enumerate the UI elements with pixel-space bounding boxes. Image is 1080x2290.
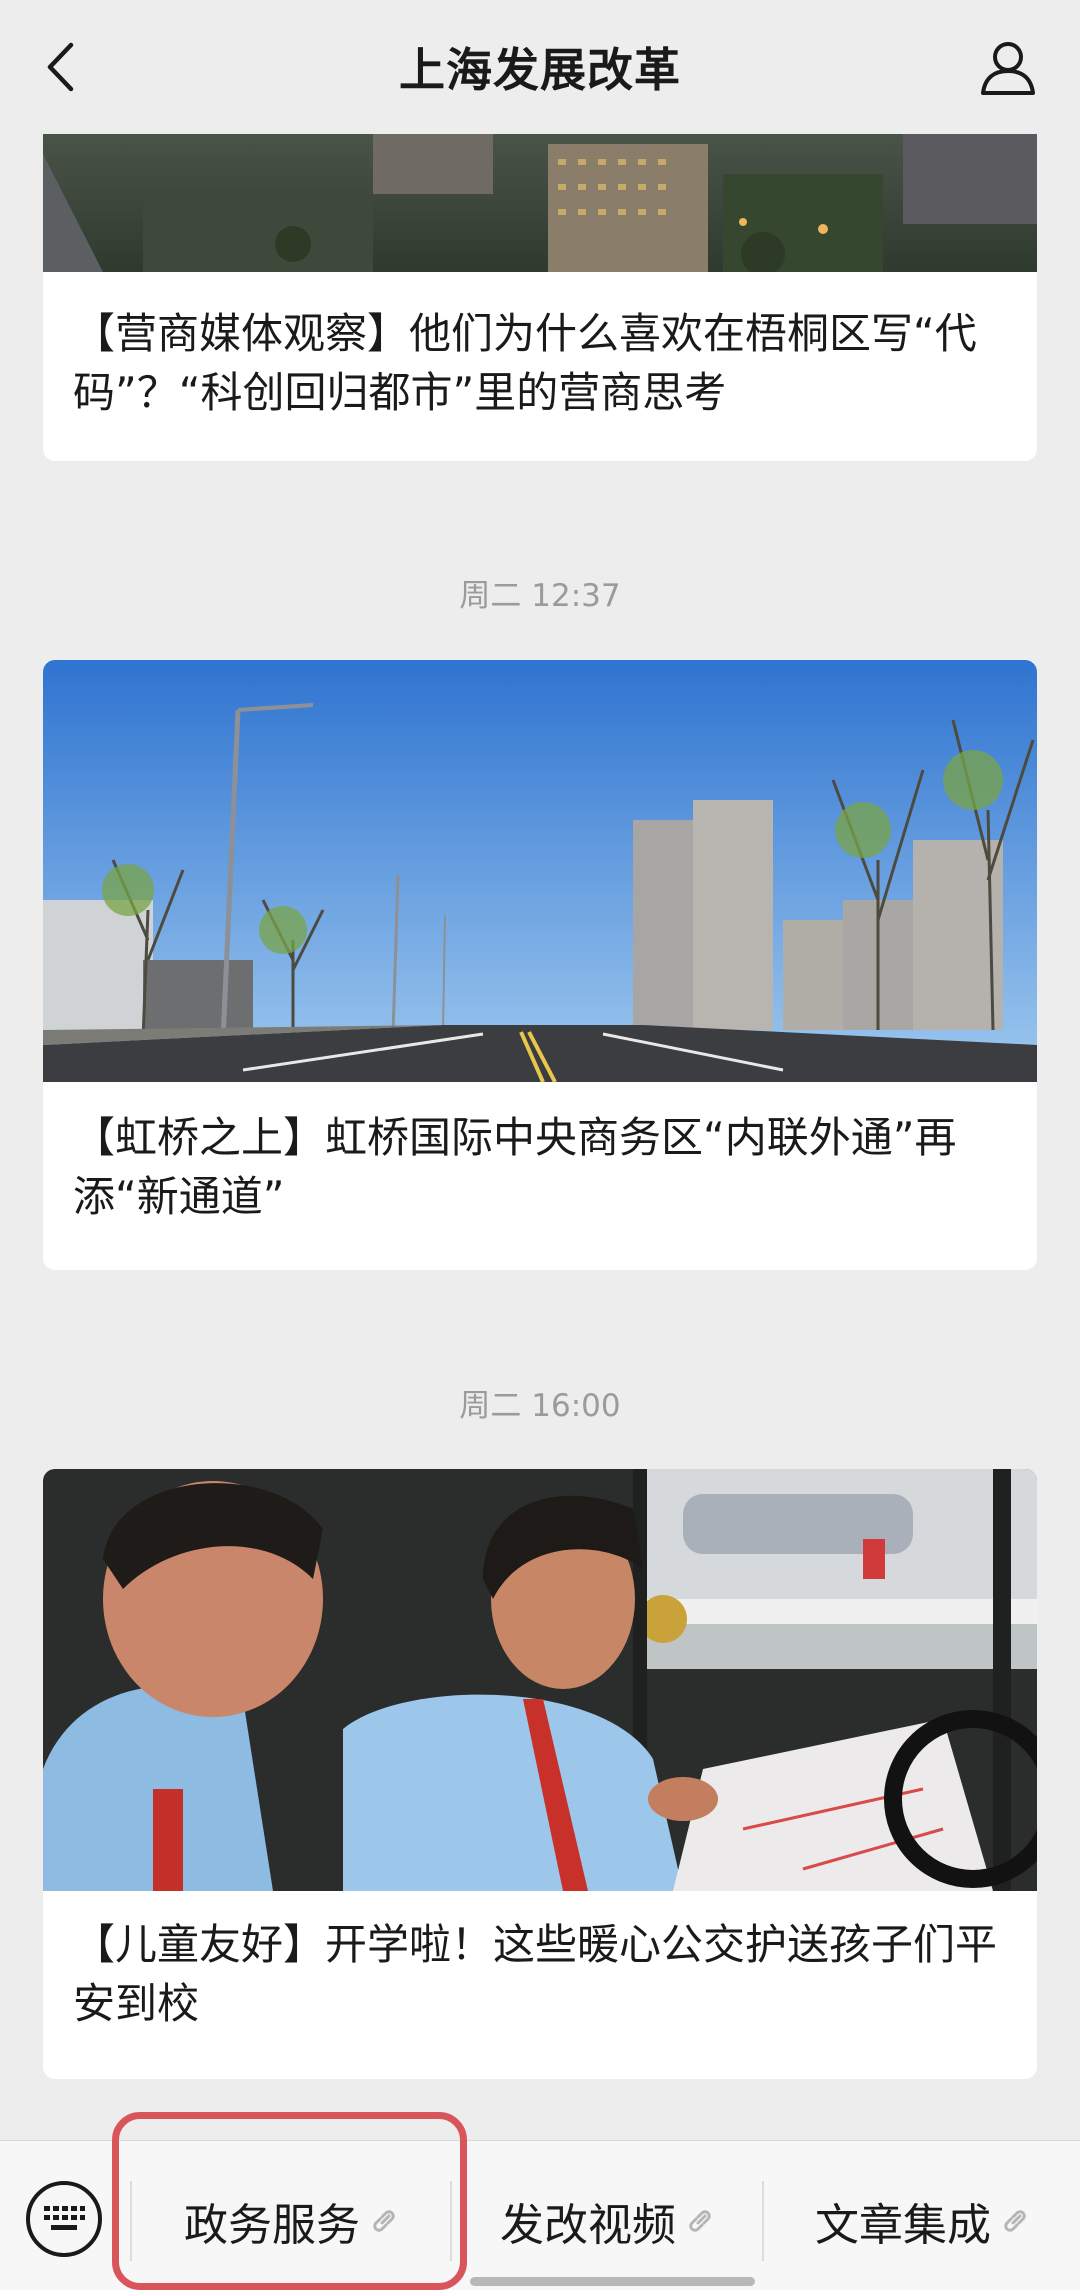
link-icon: [1004, 2210, 1026, 2232]
article-title: 【儿童友好】开学啦！这些暖心公交护送孩子们平安到校: [73, 1920, 998, 2028]
menu-item-label: 文章集成: [815, 2200, 991, 2251]
keyboard-icon: [44, 2206, 85, 2230]
home-indicator[interactable]: [470, 2277, 755, 2286]
article-card[interactable]: 【营商媒体观察】他们为什么喜欢在梧桐区写“代码”？“科创回归都市”里的营商思考: [43, 134, 1037, 461]
article-cover-image: [43, 1469, 1037, 1891]
message-timestamp: 周二 12:37: [459, 578, 621, 614]
person-icon: [981, 42, 1035, 95]
page-title: 上海发展改革: [399, 43, 681, 97]
profile-button[interactable]: [976, 36, 1040, 100]
article-card[interactable]: 【儿童友好】开学啦！这些暖心公交护送孩子们平安到校: [43, 1469, 1037, 2079]
top-nav-bar: 上海发展改革: [0, 0, 1080, 134]
menu-item-videos[interactable]: 发改视频: [452, 2181, 762, 2261]
article-title: 【虹桥之上】虹桥国际中央商务区“内联外通”再添“新通道”: [73, 1113, 957, 1221]
keyboard-toggle-button[interactable]: [26, 2181, 102, 2257]
link-icon: [689, 2210, 711, 2232]
highlight-annotation: [112, 2112, 467, 2290]
article-cover-image: [43, 660, 1037, 1082]
menu-item-label: 发改视频: [500, 2200, 676, 2251]
article-cover-image: [43, 134, 1037, 272]
article-card[interactable]: 【虹桥之上】虹桥国际中央商务区“内联外通”再添“新通道”: [43, 660, 1037, 1270]
message-timestamp: 周二 16:00: [459, 1388, 621, 1424]
article-title: 【营商媒体观察】他们为什么喜欢在梧桐区写“代码”？“科创回归都市”里的营商思考: [73, 309, 977, 417]
menu-item-article-collection[interactable]: 文章集成: [764, 2181, 1080, 2261]
